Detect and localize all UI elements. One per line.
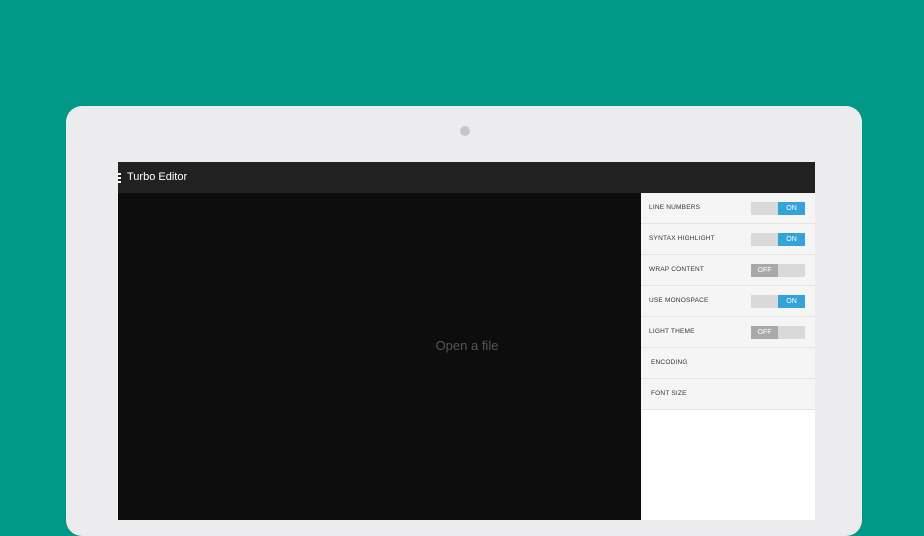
editor-area[interactable] bbox=[118, 193, 641, 520]
setting-label: LIGHT THEME bbox=[649, 328, 695, 335]
setting-use-monospace[interactable]: USE MONOSPACE ON bbox=[641, 286, 815, 317]
setting-light-theme[interactable]: LIGHT THEME OFF bbox=[641, 317, 815, 348]
settings-panel: LINE NUMBERS ON SYNTAX HIGHLIGHT ON WRAP… bbox=[641, 193, 815, 520]
setting-label: SYNTAX HIGHLIGHT bbox=[649, 235, 715, 242]
setting-label: FONT SIZE bbox=[651, 390, 687, 397]
setting-label: USE MONOSPACE bbox=[649, 297, 709, 304]
setting-label: WRAP CONTENT bbox=[649, 266, 705, 273]
setting-wrap-content[interactable]: WRAP CONTENT OFF bbox=[641, 255, 815, 286]
line-numbers-toggle[interactable]: ON bbox=[751, 202, 805, 215]
setting-encoding[interactable]: ENCODING bbox=[641, 348, 815, 379]
toggle-state: OFF bbox=[751, 326, 778, 339]
setting-label: ENCODING bbox=[651, 359, 688, 366]
setting-line-numbers[interactable]: LINE NUMBERS ON bbox=[641, 193, 815, 224]
toggle-state: ON bbox=[778, 233, 805, 246]
use-monospace-toggle[interactable]: ON bbox=[751, 295, 805, 308]
toggle-state: OFF bbox=[751, 264, 778, 277]
toggle-state: ON bbox=[778, 295, 805, 308]
toggle-state: ON bbox=[778, 202, 805, 215]
syntax-highlight-toggle[interactable]: ON bbox=[751, 233, 805, 246]
app-bar: Turbo Editor bbox=[118, 162, 815, 193]
light-theme-toggle[interactable]: OFF bbox=[751, 326, 805, 339]
menu-icon[interactable] bbox=[118, 173, 121, 183]
wrap-content-toggle[interactable]: OFF bbox=[751, 264, 805, 277]
setting-font-size[interactable]: FONT SIZE bbox=[641, 379, 815, 410]
camera-dot bbox=[460, 126, 470, 136]
setting-syntax-highlight[interactable]: SYNTAX HIGHLIGHT ON bbox=[641, 224, 815, 255]
app-title: Turbo Editor bbox=[127, 171, 188, 183]
setting-label: LINE NUMBERS bbox=[649, 204, 701, 211]
app-screen: Turbo Editor Open a file LINE NUMBERS ON… bbox=[118, 162, 815, 520]
